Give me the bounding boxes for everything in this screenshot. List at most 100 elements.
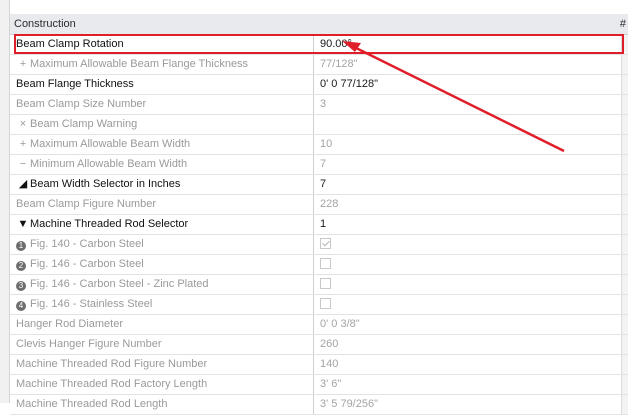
property-value[interactable] [315, 295, 628, 314]
expand-triangle-icon[interactable]: ◢ [16, 175, 30, 194]
property-row[interactable]: + Maximum Allowable Beam Flange Thickness… [10, 55, 628, 75]
property-value-text: 0' 0 3/8" [320, 318, 360, 330]
property-checkbox[interactable] [320, 278, 331, 289]
property-row[interactable]: + Maximum Allowable Beam Width 10 [10, 135, 628, 155]
property-value[interactable]: 140 [315, 355, 628, 374]
property-name: Beam Clamp Figure Number [10, 195, 314, 214]
numbered-circle-icon: 2 [16, 261, 26, 271]
collapse-triangle-icon[interactable]: ▼ [16, 215, 30, 234]
row-edge-stub [621, 235, 628, 254]
property-value[interactable]: 228 [315, 195, 628, 214]
property-value[interactable]: 7 [315, 155, 628, 174]
property-name: 4 Fig. 146 - Stainless Steel [10, 295, 314, 314]
property-row[interactable]: ▼ Machine Threaded Rod Selector 1 [10, 215, 628, 235]
property-row[interactable]: 1 Fig. 140 - Carbon Steel [10, 235, 628, 255]
property-value[interactable]: 1 [315, 215, 628, 234]
property-row[interactable]: 3 Fig. 146 - Carbon Steel - Zinc Plated [10, 275, 628, 295]
property-row[interactable]: 4 Fig. 146 - Stainless Steel [10, 295, 628, 315]
property-label: Beam Flange Thickness [16, 78, 134, 90]
property-label: Fig. 140 - Carbon Steel [30, 238, 144, 250]
property-row[interactable]: Machine Threaded Rod Factory Length 3' 6" [10, 375, 628, 395]
row-edge-stub [621, 135, 628, 154]
property-value-text: 0' 0 77/128" [320, 78, 378, 90]
property-label: Beam Clamp Warning [30, 118, 138, 130]
property-name: Clevis Hanger Figure Number [10, 335, 314, 354]
property-value-text: 10 [320, 138, 333, 150]
row-edge-stub [621, 395, 628, 414]
property-name: ◢ Beam Width Selector in Inches [10, 175, 314, 194]
property-label: Beam Clamp Size Number [16, 98, 147, 110]
property-value[interactable]: 3' 6" [315, 375, 628, 394]
property-checkbox[interactable] [320, 258, 331, 269]
property-row[interactable]: Beam Clamp Size Number 3 [10, 95, 628, 115]
property-label: Machine Threaded Rod Length [16, 398, 168, 410]
warning-x-icon: × [19, 118, 27, 130]
property-checkbox[interactable] [320, 238, 331, 249]
property-row[interactable]: Hanger Rod Diameter 0' 0 3/8" [10, 315, 628, 335]
property-value[interactable]: 0' 0 77/128" [315, 75, 628, 94]
property-row[interactable]: Beam Clamp Figure Number 228 [10, 195, 628, 215]
row-edge-stub [621, 55, 628, 74]
property-row[interactable]: 2 Fig. 146 - Carbon Steel [10, 255, 628, 275]
property-value[interactable]: 260 [315, 335, 628, 354]
numbered-circle-icon: 3 [16, 281, 26, 291]
property-value[interactable]: 3' 5 79/256" [315, 395, 628, 414]
property-value[interactable]: 7 [315, 175, 628, 194]
property-label: Fig. 146 - Stainless Steel [30, 298, 153, 310]
row-edge-stub [621, 315, 628, 334]
tree-prefix-icon: + [19, 58, 27, 70]
properties-panel: Construction # Beam Clamp Rotation 90.00°… [0, 0, 628, 415]
property-value[interactable]: 90.00° [315, 35, 628, 54]
property-value[interactable]: 10 [315, 135, 628, 154]
property-value[interactable] [315, 115, 628, 134]
property-name: ▼ Machine Threaded Rod Selector [10, 215, 314, 234]
property-value-text: 90.00° [320, 38, 352, 50]
property-value[interactable] [315, 235, 628, 254]
property-value[interactable]: 3 [315, 95, 628, 114]
property-row[interactable]: ◢ Beam Width Selector in Inches 7 [10, 175, 628, 195]
property-row[interactable]: Machine Threaded Rod Length 3' 5 79/256" [10, 395, 628, 415]
property-label: Machine Threaded Rod Figure Number [16, 358, 208, 370]
property-value[interactable] [315, 275, 628, 294]
property-value-text: 260 [320, 338, 339, 350]
tree-prefix-icon: − [19, 158, 27, 170]
property-name: × Beam Clamp Warning [10, 115, 314, 134]
property-label: Beam Clamp Figure Number [16, 198, 156, 210]
property-name: 3 Fig. 146 - Carbon Steel - Zinc Plated [10, 275, 314, 294]
property-value[interactable]: 0' 0 3/8" [315, 315, 628, 334]
property-value[interactable]: 77/128" [315, 55, 628, 74]
property-row[interactable]: − Minimum Allowable Beam Width 7 [10, 155, 628, 175]
property-label: Beam Width Selector in Inches [30, 178, 181, 190]
property-grid: Construction # Beam Clamp Rotation 90.00°… [10, 14, 628, 415]
numbered-circle-icon: 4 [16, 301, 26, 311]
section-header-construction[interactable]: Construction # [10, 14, 628, 35]
property-name: Machine Threaded Rod Figure Number [10, 355, 314, 374]
property-label: Fig. 146 - Carbon Steel - Zinc Plated [30, 278, 209, 290]
property-row[interactable]: Beam Flange Thickness 0' 0 77/128" [10, 75, 628, 95]
property-value[interactable] [315, 255, 628, 274]
property-name: − Minimum Allowable Beam Width [10, 155, 314, 174]
row-edge-stub [621, 195, 628, 214]
property-value-text: 3' 5 79/256" [320, 398, 378, 410]
row-edge-stub [621, 155, 628, 174]
property-value-text: 7 [320, 178, 327, 190]
property-name: + Maximum Allowable Beam Flange Thickness [10, 55, 314, 74]
panel-left-edge [0, 0, 10, 403]
property-value-text: 140 [320, 358, 339, 370]
property-name: Machine Threaded Rod Length [10, 395, 314, 414]
property-row[interactable]: Beam Clamp Rotation 90.00° [10, 35, 628, 55]
property-value-text: 3' 6" [320, 378, 342, 390]
property-row[interactable]: Clevis Hanger Figure Number 260 [10, 335, 628, 355]
property-label: Minimum Allowable Beam Width [30, 158, 188, 170]
property-row[interactable]: Machine Threaded Rod Figure Number 140 [10, 355, 628, 375]
property-name: 1 Fig. 140 - Carbon Steel [10, 235, 314, 254]
property-label: Maximum Allowable Beam Flange Thickness [30, 58, 249, 70]
property-name: Machine Threaded Rod Factory Length [10, 375, 314, 394]
row-edge-stub [621, 375, 628, 394]
property-label: Fig. 146 - Carbon Steel [30, 258, 144, 270]
row-edge-stub [621, 75, 628, 94]
property-checkbox[interactable] [320, 298, 331, 309]
section-header-label: Construction [14, 18, 76, 30]
property-row[interactable]: × Beam Clamp Warning [10, 115, 628, 135]
row-edge-stub [621, 35, 628, 54]
